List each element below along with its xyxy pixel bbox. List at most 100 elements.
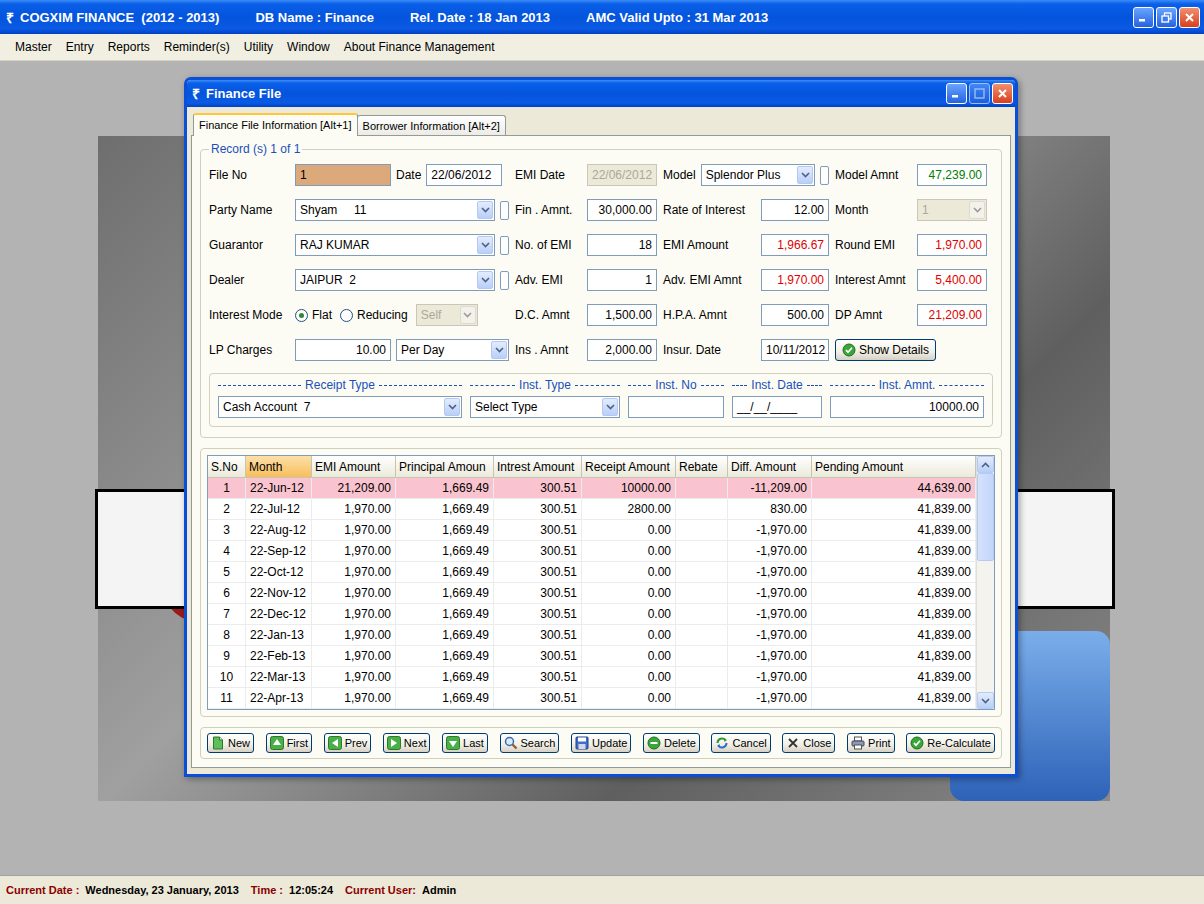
guarantor-select[interactable]: RAJ KUMAR xyxy=(295,234,495,256)
model-select[interactable]: Splendor Plus xyxy=(701,164,815,186)
scroll-up-icon[interactable] xyxy=(977,456,994,473)
tab[interactable]: Borrower Information [Alt+2] xyxy=(357,115,506,135)
table-row[interactable]: 422-Sep-121,970.001,669.49300.510.00-1,9… xyxy=(208,541,976,562)
interest-type-select[interactable]: Self xyxy=(416,304,478,326)
file-no-field[interactable]: 1 xyxy=(295,164,391,186)
dropdown-arrow-icon[interactable] xyxy=(477,201,493,219)
dc-amount-field[interactable]: 1,500.00 xyxy=(587,304,657,326)
party-select[interactable]: Shyam 11 xyxy=(295,199,495,221)
radio-option[interactable]: Reducing xyxy=(340,308,408,322)
inst-date-field[interactable]: __/__/____ xyxy=(732,396,822,418)
column-header[interactable]: Month xyxy=(246,456,312,478)
table-row[interactable]: 722-Dec-121,970.001,669.49300.510.00-1,9… xyxy=(208,604,976,625)
rate-field[interactable]: 12.00 xyxy=(761,199,829,221)
column-header[interactable]: Principal Amoun xyxy=(396,456,494,478)
radio-icon[interactable] xyxy=(295,309,308,322)
dropdown-arrow-icon[interactable] xyxy=(602,398,618,416)
receipt-type-select[interactable]: Cash Account 7 xyxy=(218,396,462,418)
table-row[interactable]: 922-Feb-131,970.001,669.49300.510.00-1,9… xyxy=(208,646,976,667)
radio-icon[interactable] xyxy=(340,309,353,322)
table-row[interactable]: 1022-Mar-131,970.001,669.49300.510.00-1,… xyxy=(208,667,976,688)
table-row[interactable]: 622-Nov-121,970.001,669.49300.510.00-1,9… xyxy=(208,583,976,604)
menu-item[interactable]: Entry xyxy=(59,37,101,57)
dropdown-arrow-icon[interactable] xyxy=(477,236,493,254)
adv-emi-amount-field[interactable]: 1,970.00 xyxy=(761,269,829,291)
action-button[interactable]: Update xyxy=(571,733,631,753)
dp-amount-field[interactable]: 21,209.00 xyxy=(917,304,987,326)
action-button[interactable]: Cancel xyxy=(711,733,770,753)
round-emi-field[interactable]: 1,970.00 xyxy=(917,234,987,256)
table-cell xyxy=(676,478,728,499)
menu-item[interactable]: Window xyxy=(280,37,337,57)
dropdown-arrow-icon[interactable] xyxy=(444,398,460,416)
dropdown-arrow-icon[interactable] xyxy=(491,341,507,359)
restore-icon[interactable] xyxy=(1156,7,1177,28)
menu-item[interactable]: About Finance Management xyxy=(337,37,502,57)
column-header[interactable]: Intrest Amount xyxy=(494,456,582,478)
action-button[interactable]: Search xyxy=(500,733,560,753)
model-amount-field[interactable]: 47,239.00 xyxy=(917,164,987,186)
dropdown-arrow-icon[interactable] xyxy=(969,201,985,219)
emi-date-field[interactable]: 22/06/2012 xyxy=(587,164,657,186)
column-header[interactable]: Rebate xyxy=(676,456,728,478)
menu-item[interactable]: Utility xyxy=(237,37,280,57)
menu-item[interactable]: Master xyxy=(8,37,59,57)
lookup-button[interactable] xyxy=(500,201,509,220)
table-row[interactable]: 1122-Apr-131,970.001,669.49300.510.00-1,… xyxy=(208,688,976,709)
lookup-button[interactable] xyxy=(820,166,829,185)
hpa-amount-field[interactable]: 500.00 xyxy=(761,304,829,326)
dropdown-arrow-icon[interactable] xyxy=(460,306,476,324)
inst-type-select[interactable]: Select Type xyxy=(470,396,620,418)
scroll-down-icon[interactable] xyxy=(977,692,994,709)
minimize-icon[interactable] xyxy=(1133,7,1154,28)
date-field[interactable]: 22/06/2012 xyxy=(426,164,502,186)
lookup-button[interactable] xyxy=(500,236,509,255)
tab[interactable]: Finance File Information [Alt+1] xyxy=(193,113,358,136)
scrollbar[interactable] xyxy=(976,456,994,709)
lp-unit-select[interactable]: Per Day xyxy=(396,339,509,361)
minimize-icon[interactable] xyxy=(946,83,967,104)
action-button[interactable]: New xyxy=(207,733,254,753)
action-button[interactable]: Print xyxy=(847,733,895,753)
insurance-date-field[interactable]: 10/11/2012 xyxy=(761,339,829,361)
adv-emi-field[interactable]: 1 xyxy=(587,269,657,291)
window-title-bar[interactable]: ₹Finance File xyxy=(187,80,1015,107)
action-button[interactable]: First xyxy=(266,733,312,753)
emi-amount-field[interactable]: 1,966.67 xyxy=(761,234,829,256)
table-row[interactable]: 822-Jan-131,970.001,669.49300.510.00-1,9… xyxy=(208,625,976,646)
column-header[interactable]: Receipt Amount xyxy=(582,456,676,478)
inst-no-field[interactable] xyxy=(628,396,724,418)
lookup-button[interactable] xyxy=(500,271,509,290)
column-header[interactable]: EMI Amount xyxy=(312,456,396,478)
month-select[interactable]: 1 xyxy=(917,199,987,221)
inst-amount-field[interactable]: 10000.00 xyxy=(830,396,984,418)
dropdown-arrow-icon[interactable] xyxy=(477,271,493,289)
action-button[interactable]: Prev xyxy=(324,733,372,753)
scroll-thumb[interactable] xyxy=(977,473,994,561)
table-row[interactable]: 122-Jun-1221,209.001,669.49300.5110000.0… xyxy=(208,478,976,499)
close-icon[interactable] xyxy=(992,83,1013,104)
emi-count-field[interactable]: 18 xyxy=(587,234,657,256)
action-button[interactable]: Delete xyxy=(643,733,700,753)
close-icon[interactable] xyxy=(1179,7,1200,28)
interest-amount-field[interactable]: 5,400.00 xyxy=(917,269,987,291)
radio-option[interactable]: Flat xyxy=(295,308,332,322)
table-row[interactable]: 222-Jul-121,970.001,669.49300.512800.008… xyxy=(208,499,976,520)
table-row[interactable]: 322-Aug-121,970.001,669.49300.510.00-1,9… xyxy=(208,520,976,541)
action-button[interactable]: Next xyxy=(383,733,431,753)
table-row[interactable]: 522-Oct-121,970.001,669.49300.510.00-1,9… xyxy=(208,562,976,583)
action-button[interactable]: Last xyxy=(442,733,488,753)
menu-item[interactable]: Reports xyxy=(101,37,157,57)
column-header[interactable]: Pending Amount xyxy=(812,456,976,478)
insurance-amount-field[interactable]: 2,000.00 xyxy=(587,339,657,361)
column-header[interactable]: Diff. Amount xyxy=(728,456,812,478)
action-button[interactable]: Re-Calculate xyxy=(906,733,995,753)
dropdown-arrow-icon[interactable] xyxy=(797,166,813,184)
action-button[interactable]: Close xyxy=(782,733,835,753)
dealer-select[interactable]: JAIPUR 2 xyxy=(295,269,495,291)
show-details-button[interactable]: Show Details xyxy=(835,339,936,361)
column-header[interactable]: S.No xyxy=(208,456,246,478)
finance-amount-field[interactable]: 30,000.00 xyxy=(587,199,657,221)
lp-charges-field[interactable]: 10.00 xyxy=(295,339,391,361)
menu-item[interactable]: Reminder(s) xyxy=(157,37,237,57)
